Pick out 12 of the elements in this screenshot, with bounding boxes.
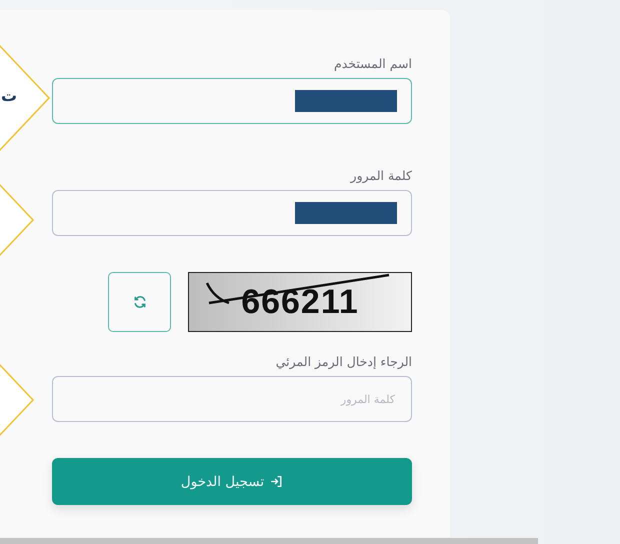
login-button[interactable]: تسجيل الدخول bbox=[52, 458, 412, 505]
refresh-icon bbox=[132, 295, 146, 309]
side-text: ت bbox=[1, 86, 18, 105]
field-label: اسم المستخدم bbox=[334, 56, 412, 73]
input-field[interactable]: كلمة المرور bbox=[52, 376, 412, 422]
field-label: كلمة المرور bbox=[350, 168, 412, 185]
login-icon bbox=[270, 475, 284, 488]
input-field[interactable] bbox=[52, 78, 412, 124]
captcha-code: 666211 bbox=[241, 282, 359, 322]
scrollbar[interactable] bbox=[0, 538, 538, 544]
input-field[interactable] bbox=[52, 190, 412, 236]
field-label: الرجاء إدخال الرمز المرئي bbox=[276, 354, 412, 371]
